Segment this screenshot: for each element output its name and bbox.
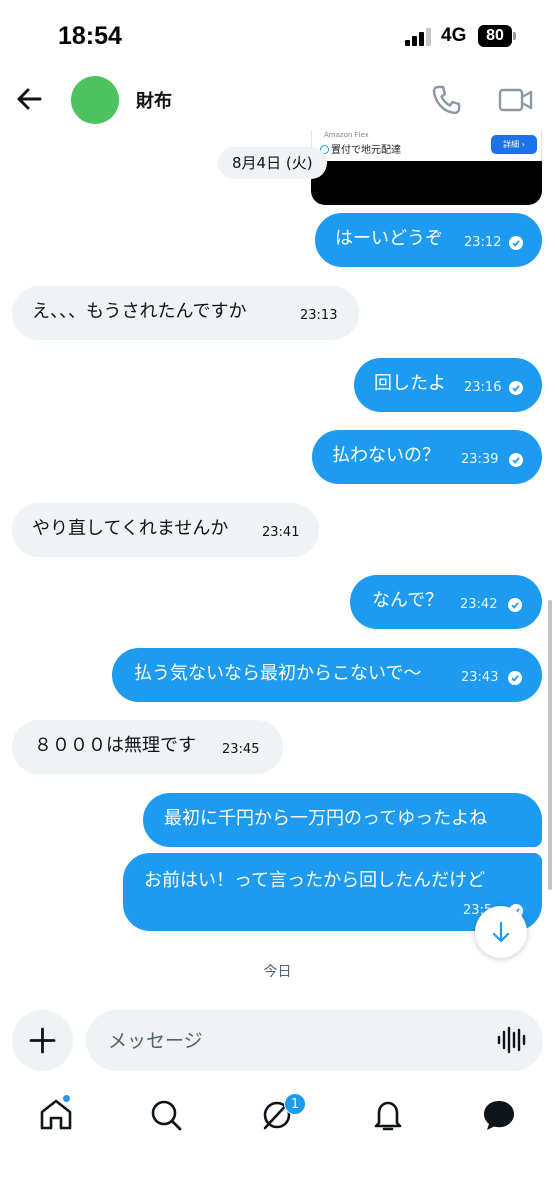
arrow-left-icon (17, 88, 42, 110)
bell-icon (374, 1101, 402, 1131)
nav-notifications[interactable] (368, 1095, 408, 1135)
message-bubble-sent[interactable]: 払う気ないなら最初からこないで〜 23:43 (112, 648, 542, 702)
voice-message-button[interactable] (496, 1026, 526, 1054)
messages-badge: 1 (284, 1093, 306, 1115)
plus-icon (29, 1027, 56, 1054)
media-brand: Amazon Flex (324, 131, 369, 139)
message-time: 23:13 (300, 308, 338, 323)
message-time: 23:39 (461, 452, 499, 467)
message-bubble-sent[interactable]: 回したよ 23:16 (354, 358, 542, 412)
message-input[interactable] (86, 1010, 543, 1071)
avatar[interactable] (71, 76, 119, 124)
message-bubble-received[interactable]: ８０００は無理です 23:45 (12, 720, 283, 774)
shared-media-card[interactable]: Amazon Flex 置付で地元配達 詳細 › (311, 127, 542, 205)
message-bubble-sent[interactable]: なんで？ 23:42 (350, 575, 542, 629)
message-text: 払わないの？ (332, 445, 440, 466)
chat-bubble-icon (484, 1101, 514, 1130)
signal-icon (405, 28, 433, 46)
message-text: なんで？ (372, 590, 444, 611)
sent-check-icon (509, 381, 523, 395)
sent-check-icon (509, 453, 523, 467)
battery-icon: 80 (478, 25, 512, 47)
waveform-icon (497, 1026, 526, 1054)
message-text: やり直してくれませんか (32, 518, 229, 539)
add-media-button[interactable] (12, 1010, 73, 1071)
message-text: 払う気ないなら最初からこないで〜 (134, 663, 422, 684)
arrow-down-icon (492, 921, 510, 943)
message-time: 23:42 (460, 597, 498, 612)
video-camera-icon (498, 88, 533, 112)
message-list[interactable]: Amazon Flex 置付で地元配達 詳細 › 8月4日 (火) はーいどうぞ… (0, 125, 555, 1000)
status-bar: 18:54 4G 80 (0, 0, 555, 70)
message-text: 最初に千円から一万円のってゆったよね (164, 808, 488, 829)
contact-name[interactable]: 財布 (136, 87, 172, 113)
message-time: 23:43 (461, 670, 499, 685)
video-call-button[interactable] (496, 82, 536, 118)
media-detail-button[interactable]: 詳細 › (491, 135, 537, 154)
message-bubble-received[interactable]: え、、、もうされたんですか 23:13 (12, 286, 359, 340)
message-bubble-sent[interactable]: 最初に千円から一万円のってゆったよね (143, 793, 542, 847)
media-ad-banner: Amazon Flex 置付で地元配達 詳細 › (311, 127, 542, 161)
battery-tip (513, 32, 516, 40)
conversation-header: 財布 (0, 70, 555, 130)
message-text: 回したよ (374, 373, 446, 394)
sent-check-icon (509, 236, 523, 250)
sent-check-icon (508, 598, 522, 612)
message-time: 23:45 (222, 742, 260, 757)
date-separator: 8月4日 (火) (218, 147, 327, 179)
home-notification-dot (62, 1094, 71, 1103)
search-icon (151, 1100, 182, 1131)
back-button[interactable] (14, 84, 44, 114)
message-text: ８０００は無理です (34, 735, 196, 756)
message-text: はーいどうぞ (335, 228, 443, 249)
scrollbar[interactable] (548, 600, 552, 890)
call-button[interactable] (428, 82, 464, 118)
scroll-to-bottom-button[interactable] (475, 906, 527, 958)
status-time: 18:54 (58, 22, 122, 50)
nav-messages[interactable] (479, 1095, 519, 1135)
message-text: お前はい！って言ったから回したんだけど (144, 870, 486, 891)
message-text: え、、、もうされたんですか (32, 301, 247, 322)
phone-icon (432, 85, 461, 115)
network-type: 4G (441, 25, 467, 46)
sent-check-icon (508, 671, 522, 685)
message-composer (0, 1000, 555, 1080)
message-bubble-sent[interactable]: はーいどうぞ 23:12 (315, 213, 542, 267)
bottom-navigation: 1 (0, 1085, 555, 1150)
message-time: 23:41 (262, 525, 300, 540)
message-bubble-sent[interactable]: 払わないの？ 23:39 (312, 430, 542, 484)
nav-search[interactable] (146, 1095, 186, 1135)
message-bubble-received[interactable]: やり直してくれませんか 23:41 (12, 503, 319, 557)
today-separator: 今日 (263, 964, 292, 980)
media-subtitle: 置付で地元配達 (320, 141, 401, 156)
media-subtitle-text: 置付で地元配達 (331, 145, 401, 156)
message-time: 23:12 (464, 235, 502, 250)
message-time: 23:16 (464, 380, 502, 395)
